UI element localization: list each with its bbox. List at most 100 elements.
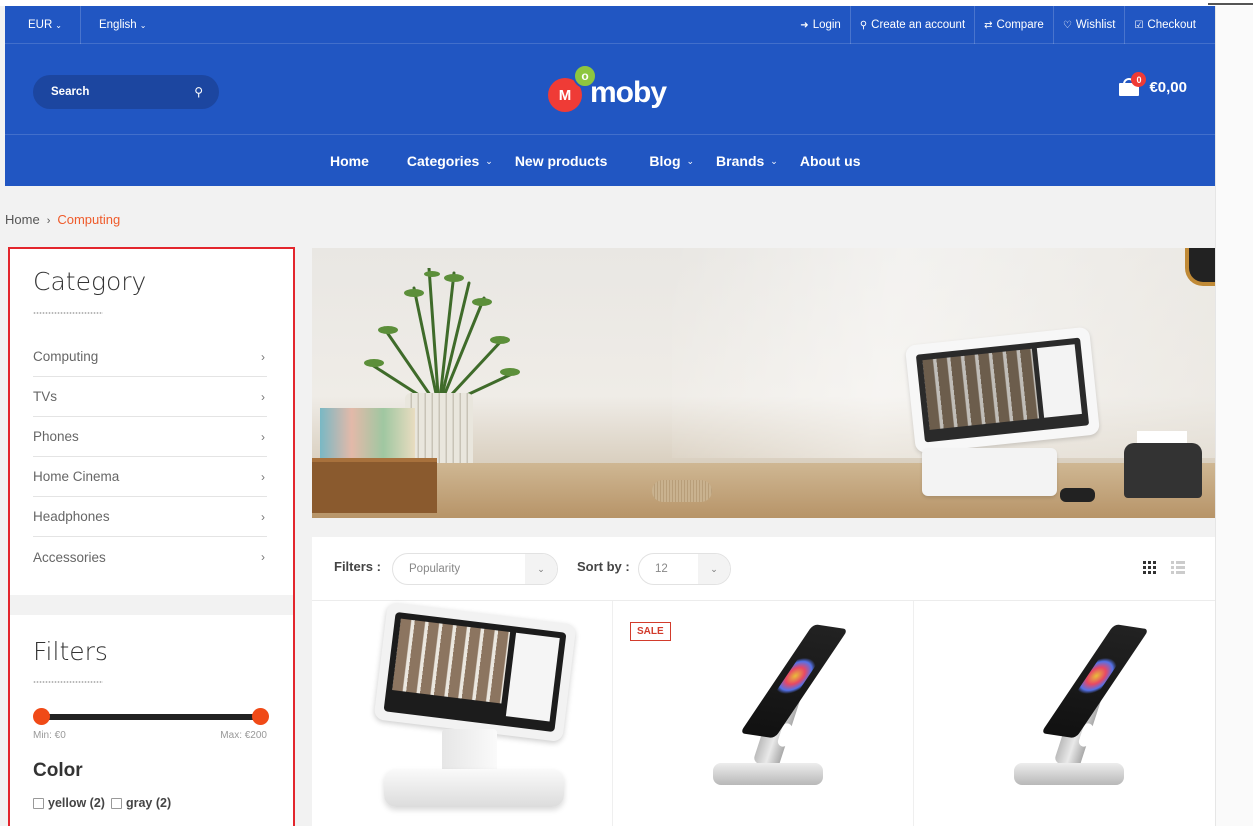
price-range-slider [33,708,269,726]
product-grid: SALE [312,601,1215,826]
chevron-down-icon: ⌄ [770,155,778,166]
product-card[interactable] [914,601,1215,826]
list-view-icon[interactable] [1171,561,1185,574]
category-item[interactable]: Headphones › [33,497,267,537]
breadcrumb-separator: › [46,215,51,227]
color-filter-title: Color [33,760,83,781]
category-list: Computing › TVs › Phones › Home Cinema › Hea… [33,337,267,577]
logo-text: moby [590,76,667,109]
chevron-down-icon: ⌄ [139,20,147,30]
product-image[interactable] [1009,623,1150,793]
filters-label: Filters : [334,559,381,574]
checkout-link[interactable]: ☑ Checkout [1124,6,1205,44]
nav-label: About us [799,153,861,169]
product-image[interactable] [372,601,582,809]
category-item[interactable]: TVs › [33,377,267,417]
filters-title: Filters [33,637,108,666]
breadcrumb: Home › Computing [5,212,120,227]
checkbox[interactable] [110,797,122,809]
nav-item-about-us[interactable]: About us [800,153,861,169]
nav-item-categories[interactable]: Categories ⌄ [407,153,493,169]
site-logo[interactable]: M o moby [548,64,678,114]
compare-link[interactable]: ⇄ Compare [974,6,1053,44]
product-image[interactable] [708,623,849,793]
product-card[interactable]: SALE [613,601,914,826]
filters-panel: Filters Min: €0 Max: €200 Color yellow (… [10,615,293,826]
cards-stack [320,408,415,460]
wishlist-link[interactable]: ♡ Wishlist [1052,6,1125,44]
shopping-bag-icon: 0 [1119,72,1147,96]
category-item[interactable]: Home Cinema › [33,457,267,497]
chevron-down-icon: ⌄ [686,155,695,166]
search-icon[interactable]: ⚲ [194,85,203,99]
nav-label: New products [514,153,608,169]
sort-by-label: Sort by : [577,559,630,574]
cart-total: €0,00 [1149,78,1187,96]
checkout-label: Checkout [1147,19,1196,31]
chevron-right-icon: › [261,509,265,524]
top-bar: EUR ⌄ English ⌄ ➜ Login ⚲ Create an acco… [5,6,1215,44]
heart-icon: ♡ [1062,19,1072,31]
breadcrumb-home[interactable]: Home [5,212,40,227]
category-banner-image [312,248,1215,518]
nav-item-new-products[interactable]: New products [515,153,608,169]
page-scroll-area [1215,6,1253,826]
category-label: Home Cinema [33,469,120,484]
chevron-down-icon: ⌄ [485,155,493,166]
cart-count-badge: 0 [1131,72,1147,87]
top-bar-links: ➜ Login ⚲ Create an account ⇄ Compare ♡ … [791,6,1205,44]
main-navigation: Home Categories ⌄ New products Blog ⌄ Bran… [5,134,1215,186]
currency-selector[interactable]: EUR ⌄ [28,19,62,31]
language-label: English [98,19,137,31]
pos-stand [922,448,1057,496]
slider-min-handle[interactable] [33,708,50,725]
nav-label: Home [330,153,369,169]
chevron-down-icon: ⌄ [525,554,557,584]
chevron-right-icon: › [261,469,265,484]
product-toolbar: Filters : Popularity ⌄ Sort by : 12 ⌄ [312,537,1215,601]
language-selector[interactable]: English ⌄ [99,19,146,31]
chevron-right-icon: › [261,429,265,444]
color-option-label: yellow (2) [48,796,105,810]
nav-item-blog[interactable]: Blog ⌄ [649,153,694,169]
category-item[interactable]: Phones › [33,417,267,457]
create-account-link[interactable]: ⚲ Create an account [849,6,974,44]
color-option-gray[interactable]: gray (2) [110,796,171,810]
wooden-box [312,458,437,513]
product-card[interactable] [312,601,613,826]
login-link[interactable]: ➜ Login [791,6,850,44]
category-item[interactable]: Computing › [33,337,267,377]
title-dots-divider [33,312,103,314]
checkbox[interactable] [33,797,44,809]
grid-view-icon[interactable] [1143,561,1156,574]
chevron-right-icon: › [261,349,265,364]
category-item[interactable]: Accessories › [33,537,267,577]
nav-label: Blog [649,153,681,169]
nav-label: Categories [406,153,480,169]
category-label: Phones [33,429,79,444]
sidebar: Category Computing › TVs › Phones › Home Ci… [8,247,295,826]
price-min-label: Min: €0 [33,730,66,741]
compare-label: Compare [996,19,1044,31]
slider-max-handle[interactable] [252,708,269,725]
wishlist-label: Wishlist [1075,19,1116,31]
plant-illustration [364,268,520,408]
sort-by-select[interactable]: 12 ⌄ [638,553,731,585]
search-input[interactable] [51,86,171,98]
nav-item-home[interactable]: Home [330,153,369,169]
site-header: EUR ⌄ English ⌄ ➜ Login ⚲ Create an acco… [5,6,1215,186]
search-bar: ⚲ [33,75,219,109]
category-label: Computing [33,349,99,364]
nav-item-brands[interactable]: Brands ⌄ [716,153,778,169]
color-option-yellow[interactable]: yellow (2) [33,796,105,810]
filters-select[interactable]: Popularity ⌄ [392,553,558,585]
exchange-icon: ⇄ [984,19,993,31]
sort-by-select-value: 12 [655,563,668,575]
pos-tablet [904,326,1101,454]
divider [79,6,81,44]
price-max-label: Max: €200 [220,730,267,741]
price-range-labels: Min: €0 Max: €200 [33,730,267,741]
color-options: yellow (2) gray (2) [33,796,177,810]
cart-button[interactable]: 0 €0,00 [1119,72,1187,96]
title-dots-divider [33,681,103,683]
